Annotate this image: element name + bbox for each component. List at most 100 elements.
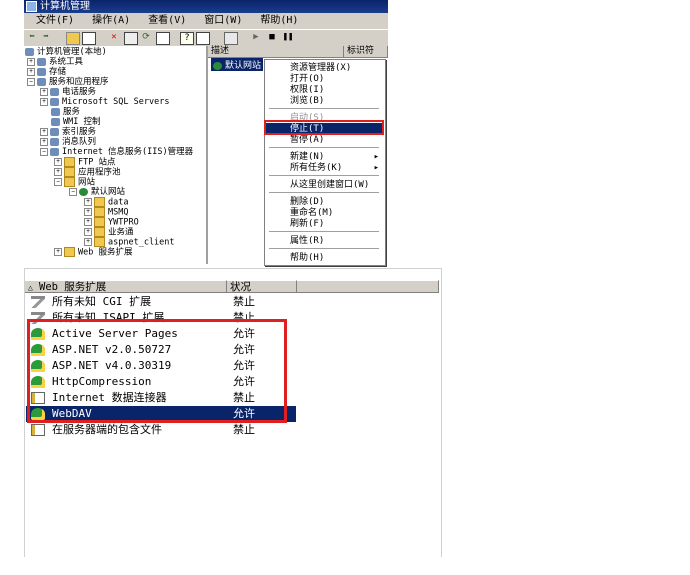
menu-separator	[269, 248, 379, 250]
extension-status: 禁止	[233, 295, 255, 308]
computer-icon	[25, 47, 34, 56]
stop-icon[interactable]: ■	[266, 32, 278, 43]
console-icon[interactable]	[196, 32, 210, 45]
context-menu-item[interactable]: 帮助(H)	[266, 252, 384, 264]
menu-window[interactable]: 窗口(W)	[204, 14, 242, 28]
computer-icon[interactable]	[224, 32, 238, 45]
menu-separator	[269, 192, 379, 194]
folder-icon	[94, 237, 105, 247]
tree-item-default-site[interactable]: − 默认网站	[69, 187, 125, 197]
menu-view[interactable]: 查看(V)	[148, 14, 186, 28]
menu-separator	[269, 147, 379, 149]
menu-separator	[269, 231, 379, 233]
context-menu-item-label: 打开(O)	[290, 74, 325, 84]
context-menu-item-label: 所有任务(K)	[290, 163, 343, 173]
menu-help[interactable]: 帮助(H)	[260, 14, 298, 28]
sort-arrow-icon: △	[28, 283, 33, 292]
folder-icon	[94, 207, 105, 217]
gear-icon	[50, 147, 59, 156]
submenu-arrow-icon: ▸	[373, 163, 379, 173]
menu-action[interactable]: 操作(A)	[92, 14, 130, 28]
tree-item-sql-servers[interactable]: + Microsoft SQL Servers	[40, 97, 169, 107]
show-tree-icon[interactable]	[82, 32, 96, 45]
tree-item-wmi[interactable]: WMI 控制	[51, 117, 100, 127]
extension-row[interactable]: 在服务器端的包含文件 禁止	[26, 422, 296, 438]
menu-separator	[269, 175, 379, 177]
context-menu-item-label: 帮助(H)	[290, 253, 325, 263]
delete-icon[interactable]: ✕	[108, 32, 120, 43]
context-menu-item[interactable]: 所有任务(K) ▸	[266, 162, 384, 174]
app-icon	[26, 1, 37, 12]
console-tree: 计算机管理(本地) + 系统工具 + 存储 − 服务和应用程序 + 电话服务 + Micr…	[24, 46, 208, 264]
extension-row[interactable]: 所有未知 CGI 扩展 禁止	[26, 294, 296, 310]
context-menu-item[interactable]: 浏览(B)	[266, 95, 384, 107]
export-icon[interactable]	[156, 32, 170, 45]
extension-name: 所有未知 CGI 扩展	[52, 295, 152, 308]
context-menu-item[interactable]: 属性(R)	[266, 235, 384, 247]
column-header-identifier[interactable]: 标识符	[344, 46, 388, 58]
gear-icon	[37, 57, 46, 66]
tree-item-message-queue[interactable]: + 消息队列	[40, 137, 96, 147]
context-menu-item-label: 浏览(B)	[290, 96, 325, 106]
pause-icon[interactable]: ❚❚	[282, 32, 294, 43]
forward-icon[interactable]: ➡	[40, 32, 52, 43]
filter-icon	[31, 296, 45, 308]
tree-item-websites[interactable]: − 网站	[54, 177, 95, 188]
folder-icon	[94, 197, 105, 207]
properties-icon[interactable]	[124, 32, 138, 45]
context-menu-item-label: 权限(I)	[290, 85, 325, 95]
tree-item-ywtpro[interactable]: + YWTPRO	[84, 217, 139, 228]
gear-icon	[50, 87, 59, 96]
extension-name: 在服务器端的包含文件	[52, 423, 162, 436]
back-icon[interactable]: ⬅	[26, 32, 38, 43]
context-menu: 资源管理器(X) 打开(O) 权限(I) 浏览(B) 启动(S) 停止(T) 暂停(A) 新建…	[264, 59, 386, 266]
title-bar: 计算机管理	[24, 0, 388, 13]
highlight-box-stop	[264, 120, 384, 135]
folder-icon	[64, 157, 75, 167]
context-menu-item-label: 从这里创建窗口(W)	[290, 180, 370, 190]
globe-icon	[213, 61, 222, 70]
column-header-description[interactable]: 描述	[208, 46, 344, 58]
context-menu-item-label: 新建(N)	[290, 152, 325, 162]
tree-root[interactable]: 计算机管理(本地)	[25, 47, 107, 57]
up-folder-icon[interactable]	[66, 32, 80, 45]
tree-item-msmq[interactable]: + MSMQ	[84, 207, 128, 218]
menu-file[interactable]: 文件(F)	[36, 14, 74, 28]
tree-item-app-pools[interactable]: + 应用程序池	[54, 167, 121, 178]
gear-icon	[51, 117, 60, 126]
site-row-default[interactable]: 默认网站	[211, 58, 264, 71]
folder-icon	[64, 247, 75, 257]
context-menu-item-label: 重命名(M)	[290, 208, 334, 218]
play-icon[interactable]: ▶	[250, 32, 262, 43]
tree-item-telephony[interactable]: + 电话服务	[40, 87, 96, 97]
tree-item-indexing[interactable]: + 索引服务	[40, 127, 96, 137]
tree-item-data[interactable]: + data	[84, 197, 128, 208]
tree-item-web-service-ext[interactable]: + Web 服务扩展	[54, 247, 132, 258]
help-icon[interactable]: ?	[180, 32, 194, 45]
menu-separator	[269, 108, 379, 110]
column-header-status[interactable]: 状况	[227, 280, 297, 293]
tree-item-services-apps[interactable]: − 服务和应用程序	[27, 77, 109, 87]
column-header-extension[interactable]: △ Web 服务扩展	[25, 280, 227, 293]
context-menu-item-label: 刷新(F)	[290, 219, 325, 229]
menu-bar: 文件(F) 操作(A) 查看(V) 窗口(W) 帮助(H)	[24, 14, 388, 28]
context-menu-item[interactable]: 从这里创建窗口(W)	[266, 179, 384, 191]
tree-item-yewutong[interactable]: + 业务通	[84, 227, 134, 238]
context-menu-item-label: 暂停(A)	[290, 135, 325, 145]
gear-icon	[51, 107, 60, 116]
gear-icon	[50, 127, 59, 136]
tree-item-ftp-sites[interactable]: + FTP 站点	[54, 157, 115, 168]
tree-item-storage[interactable]: + 存储	[27, 67, 66, 77]
column-header-blank	[297, 280, 439, 293]
tree-item-aspnet-client[interactable]: + aspnet_client	[84, 237, 175, 248]
tree-item-services[interactable]: 服务	[51, 107, 80, 117]
gear-icon	[37, 77, 46, 86]
gear-icon	[50, 137, 59, 146]
context-menu-item[interactable]: 刷新(F)	[266, 218, 384, 230]
refresh-icon[interactable]: ⟳	[140, 32, 152, 43]
gear-icon	[50, 97, 59, 106]
context-menu-item[interactable]: 暂停(A)	[266, 134, 384, 146]
tree-item-system-tools[interactable]: + 系统工具	[27, 57, 83, 67]
tree-item-iis-manager[interactable]: − Internet 信息服务(IIS)管理器	[40, 147, 193, 157]
document-icon	[31, 424, 45, 436]
